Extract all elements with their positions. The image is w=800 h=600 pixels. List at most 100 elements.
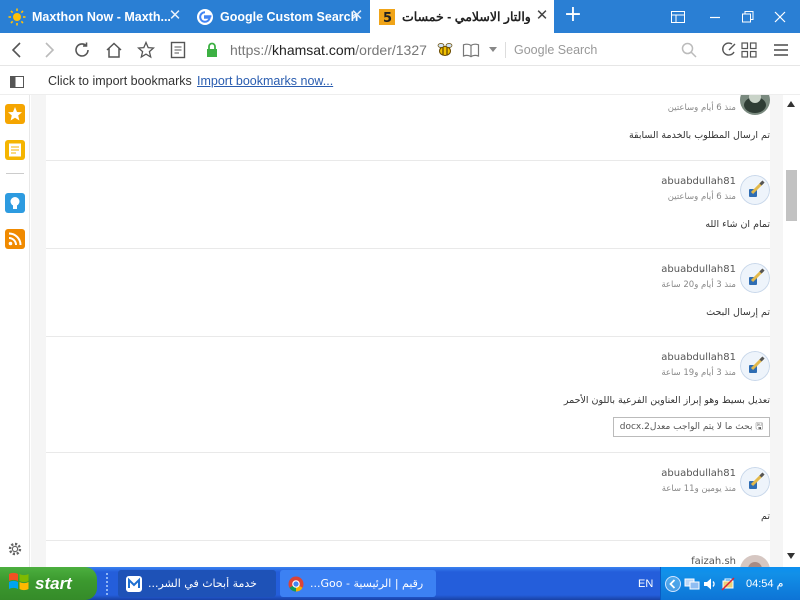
volume-icon[interactable] bbox=[702, 576, 718, 592]
comment-text: تعديل بسيط وهو إبراز العناوين الفرعية با… bbox=[563, 395, 770, 406]
taskbar-item-label: رقيم | الرئيسية - Goo... bbox=[310, 577, 424, 590]
pen-icon bbox=[740, 175, 770, 205]
reader-icon[interactable] bbox=[460, 39, 482, 61]
windows-taskbar: start خدمة أبحاث في الشر... رقيم | الرئي… bbox=[0, 567, 800, 600]
taskbar-item-label: خدمة أبحاث في الشر... bbox=[148, 577, 257, 590]
close-icon[interactable]: ✕ bbox=[167, 8, 183, 24]
reload-icon[interactable] bbox=[71, 39, 93, 61]
menu-icon[interactable] bbox=[770, 39, 792, 61]
bee-icon[interactable] bbox=[434, 39, 456, 61]
avatar bbox=[740, 95, 770, 115]
rss-icon[interactable] bbox=[5, 229, 25, 249]
comment-item: faizah.sh bbox=[46, 541, 770, 567]
notes-icon[interactable] bbox=[167, 39, 189, 61]
close-icon[interactable]: ✕ bbox=[534, 8, 550, 24]
maxthon-icon bbox=[126, 575, 142, 592]
comment-item: abuabdullah81 ⊙منذ يومين و11 ساعة تم bbox=[46, 453, 770, 541]
khamsat-icon: 5 bbox=[378, 8, 396, 26]
minimize-button[interactable] bbox=[705, 7, 725, 27]
address-field[interactable]: https:// khamsat.com /order/1327 bbox=[230, 40, 427, 60]
scrollbar[interactable] bbox=[783, 95, 800, 567]
chevron-left-icon[interactable] bbox=[665, 576, 681, 592]
lock-icon bbox=[205, 39, 219, 61]
network-icon[interactable] bbox=[684, 576, 700, 592]
left-sidebar bbox=[0, 95, 30, 567]
comment-time: ⊙منذ 3 أيام و20 ساعة bbox=[661, 280, 736, 290]
scrollbar-thumb[interactable] bbox=[786, 170, 797, 221]
tab-title: Maxthon Now - Maxth... bbox=[32, 9, 171, 24]
comment-text: تم ارسال المطلوب بالخدمة السابقة bbox=[628, 130, 770, 141]
start-button[interactable]: start bbox=[0, 567, 97, 600]
file-icon: 🖫 bbox=[752, 422, 763, 432]
url-path: /order/1327 bbox=[355, 42, 427, 58]
tab-title: Google Custom Search bbox=[220, 9, 359, 24]
chevron-down-icon[interactable] bbox=[485, 39, 501, 61]
import-bookmarks-link[interactable]: Import bookmarks now... bbox=[197, 74, 333, 88]
chrome-icon bbox=[288, 576, 304, 592]
comment-text: تم إرسال البحث bbox=[706, 307, 770, 318]
search-input[interactable]: Google Search bbox=[514, 40, 700, 60]
tab-title: والتار الاسلامي - خمسات bbox=[402, 10, 531, 24]
favorites-icon[interactable] bbox=[5, 104, 25, 124]
pen-icon bbox=[740, 263, 770, 293]
taskbar-grip bbox=[106, 573, 110, 595]
windows-logo-icon bbox=[8, 571, 30, 596]
svg-text:5: 5 bbox=[383, 11, 392, 25]
url-scheme: https:// bbox=[230, 42, 273, 58]
google-icon bbox=[196, 8, 214, 26]
start-label: start bbox=[35, 573, 72, 593]
tab-khamsat[interactable]: 5 والتار الاسلامي - خمسات ✕ bbox=[370, 0, 554, 33]
notes-icon[interactable] bbox=[5, 140, 25, 160]
home-icon[interactable] bbox=[103, 39, 125, 61]
tab-maxthon-now[interactable]: Maxthon Now - Maxth... ✕ bbox=[0, 0, 187, 33]
new-tab-button[interactable]: + bbox=[562, 4, 584, 27]
import-bookmarks-text: Click to import bookmarks bbox=[48, 74, 192, 88]
pen-icon bbox=[740, 467, 770, 497]
search-icon[interactable] bbox=[678, 39, 700, 61]
bookmarks-bar: Click to import bookmarks Import bookmar… bbox=[0, 67, 800, 95]
clock-display[interactable]: 04:54 م bbox=[746, 577, 783, 590]
sun-icon bbox=[8, 8, 26, 26]
attachment-link[interactable]: 🖫 بحث ما لا يتم الواجب معدل2.docx bbox=[612, 417, 770, 437]
comment-item: abuabdullah81 ⊙منذ 6 أيام وساعتين تمام ا… bbox=[46, 161, 770, 249]
restore-button[interactable] bbox=[738, 7, 758, 27]
settings-icon[interactable] bbox=[5, 539, 25, 559]
scroll-up-icon[interactable] bbox=[787, 101, 795, 107]
comment-item: ⊙منذ 6 أيام وساعتين تم ارسال المطلوب بال… bbox=[46, 95, 770, 161]
apps-icon[interactable] bbox=[738, 39, 760, 61]
forward-icon[interactable] bbox=[38, 39, 60, 61]
sidebar-toggle-icon[interactable] bbox=[6, 71, 28, 93]
comment-author[interactable]: abuabdullah81 bbox=[661, 468, 736, 479]
url-domain: khamsat.com bbox=[272, 42, 356, 58]
comment-item: abuabdullah81 ⊙منذ 3 أيام و20 ساعة تم إر… bbox=[46, 249, 770, 337]
tab-google-custom-search[interactable]: Google Custom Search ✕ bbox=[188, 0, 369, 33]
comment-author[interactable]: abuabdullah81 bbox=[661, 352, 736, 363]
divider bbox=[6, 173, 24, 174]
comments-panel: ⊙منذ 6 أيام وساعتين تم ارسال المطلوب بال… bbox=[46, 95, 770, 567]
taskbar-item-maxthon[interactable]: خدمة أبحاث في الشر... bbox=[118, 570, 276, 597]
close-icon[interactable]: ✕ bbox=[349, 8, 365, 24]
browser-tab-bar: Maxthon Now - Maxth... ✕ Google Custom S… bbox=[0, 0, 800, 33]
comment-author[interactable]: abuabdullah81 bbox=[661, 176, 736, 187]
bulb-icon[interactable] bbox=[5, 193, 25, 213]
comment-text: تمام ان شاء الله bbox=[705, 219, 770, 230]
comment-time: ⊙منذ يومين و11 ساعة bbox=[661, 484, 736, 494]
scroll-down-icon[interactable] bbox=[787, 553, 795, 559]
comment-author[interactable]: faizah.sh bbox=[691, 556, 736, 567]
star-icon[interactable] bbox=[135, 39, 157, 61]
tab-list-icon[interactable] bbox=[668, 7, 688, 27]
language-indicator[interactable]: EN bbox=[638, 578, 653, 590]
safely-remove-icon[interactable] bbox=[720, 576, 736, 592]
page-content: ⊙منذ 6 أيام وساعتين تم ارسال المطلوب بال… bbox=[31, 95, 783, 567]
capture-icon[interactable] bbox=[718, 39, 740, 61]
comment-item: abuabdullah81 ⊙منذ 3 أيام و19 ساعة تعديل… bbox=[46, 337, 770, 453]
navigation-bar: https:// khamsat.com /order/1327 Google … bbox=[0, 33, 800, 66]
pen-icon bbox=[740, 351, 770, 381]
close-window-button[interactable] bbox=[770, 7, 790, 27]
comment-time: ⊙منذ 3 أيام و19 ساعة bbox=[661, 368, 736, 378]
avatar bbox=[740, 555, 770, 567]
comment-author[interactable]: abuabdullah81 bbox=[661, 264, 736, 275]
back-icon[interactable] bbox=[6, 39, 28, 61]
taskbar-item-chrome[interactable]: رقيم | الرئيسية - Goo... bbox=[280, 570, 436, 597]
divider bbox=[505, 42, 506, 58]
